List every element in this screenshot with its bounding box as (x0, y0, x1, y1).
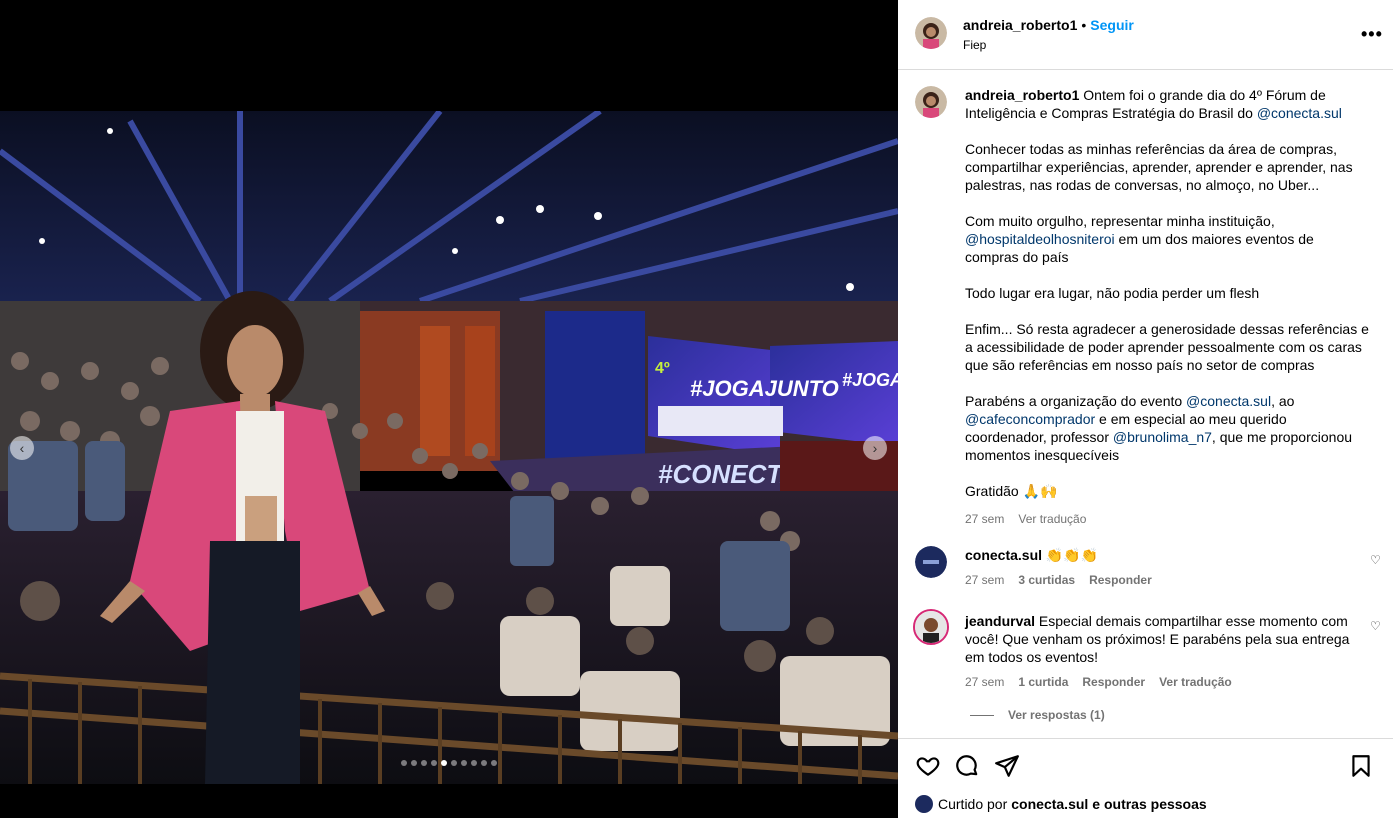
liked-by-summary[interactable]: Curtido por conecta.sul e outras pessoas (915, 795, 1207, 813)
view-replies-label: Ver respostas (1) (1008, 708, 1105, 722)
post-photo[interactable]: #JOGAJUNTO #JOGAJUNTO 4º #CONECTA (0, 111, 898, 784)
caption-meta: 27 sem Ver tradução (965, 510, 1370, 528)
caption-text: Com muito orgulho, representar minha ins… (965, 213, 1275, 229)
post-details-panel: andreia_roberto1 • Seguir Fiep ••• andreia… (898, 0, 1393, 818)
mention-link[interactable]: @hospitaldeolhosniteroi (965, 231, 1115, 247)
caption-text: Parabéns a organização do evento (965, 393, 1187, 409)
carousel-dot (481, 760, 487, 766)
comment-likes[interactable]: 3 curtidas (1018, 573, 1075, 587)
comment-time[interactable]: 27 sem (965, 573, 1004, 587)
post-header: andreia_roberto1 • Seguir Fiep ••• (898, 0, 1393, 70)
like-heart-icon[interactable] (915, 753, 941, 779)
carousel-dot (411, 760, 417, 766)
screen-left-text: #JOGAJUNTO (690, 376, 839, 401)
comment-bubble-icon[interactable] (954, 753, 980, 779)
liked-by-prefix: Curtido por (938, 796, 1008, 812)
commenter-avatar[interactable] (915, 546, 947, 578)
comment-meta: 27 sem 1 curtida Responder Ver tradução (965, 675, 1246, 689)
commenter-avatar[interactable] (913, 609, 949, 645)
follow-button[interactable]: Seguir (1090, 17, 1134, 33)
screen-forum-num: 4º (655, 360, 670, 377)
comment-like-heart-icon[interactable]: ♡ (1370, 553, 1381, 567)
view-replies-button[interactable]: Ver respostas (1) (970, 708, 1105, 722)
author-avatar[interactable] (915, 17, 947, 49)
commenter-username[interactable]: jeandurval (965, 613, 1035, 629)
caption-paragraph: Gratidão 🙏🙌 (965, 483, 1058, 499)
separator-dot: • (1081, 17, 1087, 33)
carousel-dot (431, 760, 437, 766)
carousel-dot (421, 760, 427, 766)
screen-right-text: #JOGAJUNTO (842, 370, 898, 390)
author-line: andreia_roberto1 • Seguir (963, 17, 1134, 33)
caption-author[interactable]: andreia_roberto1 (965, 87, 1079, 103)
carousel-dot (491, 760, 497, 766)
caption-paragraph: Todo lugar era lugar, não podia perder u… (965, 285, 1260, 301)
mention-link[interactable]: @conecta.sul (1186, 393, 1271, 409)
stage-logo-text: #CONECTA (658, 459, 799, 489)
caption-author-avatar[interactable] (915, 86, 947, 118)
comment-translate-link[interactable]: Ver tradução (1159, 675, 1232, 689)
event-hall-photo: #JOGAJUNTO #JOGAJUNTO 4º #CONECTA (0, 111, 898, 784)
mention-link[interactable]: @conecta.sul (1257, 105, 1342, 121)
comment-time[interactable]: 27 sem (965, 675, 1004, 689)
save-bookmark-icon[interactable] (1348, 753, 1374, 779)
post-actions: Curtido por conecta.sul e outras pessoas (898, 738, 1393, 818)
author-username[interactable]: andreia_roberto1 (963, 17, 1077, 33)
mention-link[interactable]: @brunolima_n7 (1113, 429, 1212, 445)
caption-time[interactable]: 27 sem (965, 512, 1004, 526)
caption-paragraph: Conhecer todas as minhas referências da … (965, 141, 1353, 193)
post-caption: andreia_roberto1 Ontem foi o grande dia … (965, 86, 1370, 528)
comment-text: jeandurval Especial demais compartilhar … (965, 612, 1365, 666)
comment-meta: 27 sem 3 curtidas Responder (965, 573, 1166, 587)
comment-like-heart-icon[interactable]: ♡ (1370, 619, 1381, 633)
carousel-dot (461, 760, 467, 766)
liker-avatar (915, 795, 933, 813)
comment-reply-button[interactable]: Responder (1082, 675, 1145, 689)
liked-by-suffix: e outras pessoas (1092, 796, 1207, 812)
comment-likes[interactable]: 1 curtida (1018, 675, 1068, 689)
caption-text: , ao (1271, 393, 1295, 409)
comment-text: conecta.sul 👏👏👏 (965, 546, 1365, 564)
replies-divider (970, 714, 994, 716)
carousel-dots (401, 760, 497, 766)
more-options-icon[interactable]: ••• (1361, 24, 1383, 45)
share-send-icon[interactable] (994, 753, 1020, 779)
comment-reply-button[interactable]: Responder (1089, 573, 1152, 587)
previous-photo-button[interactable]: ‹ (10, 436, 34, 460)
caption-translate-link[interactable]: Ver tradução (1018, 512, 1086, 526)
mention-link[interactable]: @cafeconcomprador (965, 411, 1095, 427)
commenter-username[interactable]: conecta.sul (965, 547, 1042, 563)
carousel-dot (401, 760, 407, 766)
post-location[interactable]: Fiep (963, 38, 986, 52)
comment-body: 👏👏👏 (1045, 547, 1099, 563)
carousel-dot (471, 760, 477, 766)
carousel-dot-active (441, 760, 447, 766)
next-photo-button[interactable]: › (863, 436, 887, 460)
caption-paragraph: Enfim... Só resta agradecer a generosida… (965, 321, 1369, 373)
post-media: #JOGAJUNTO #JOGAJUNTO 4º #CONECTA (0, 0, 898, 818)
liked-by-user[interactable]: conecta.sul (1011, 796, 1088, 812)
carousel-dot (451, 760, 457, 766)
